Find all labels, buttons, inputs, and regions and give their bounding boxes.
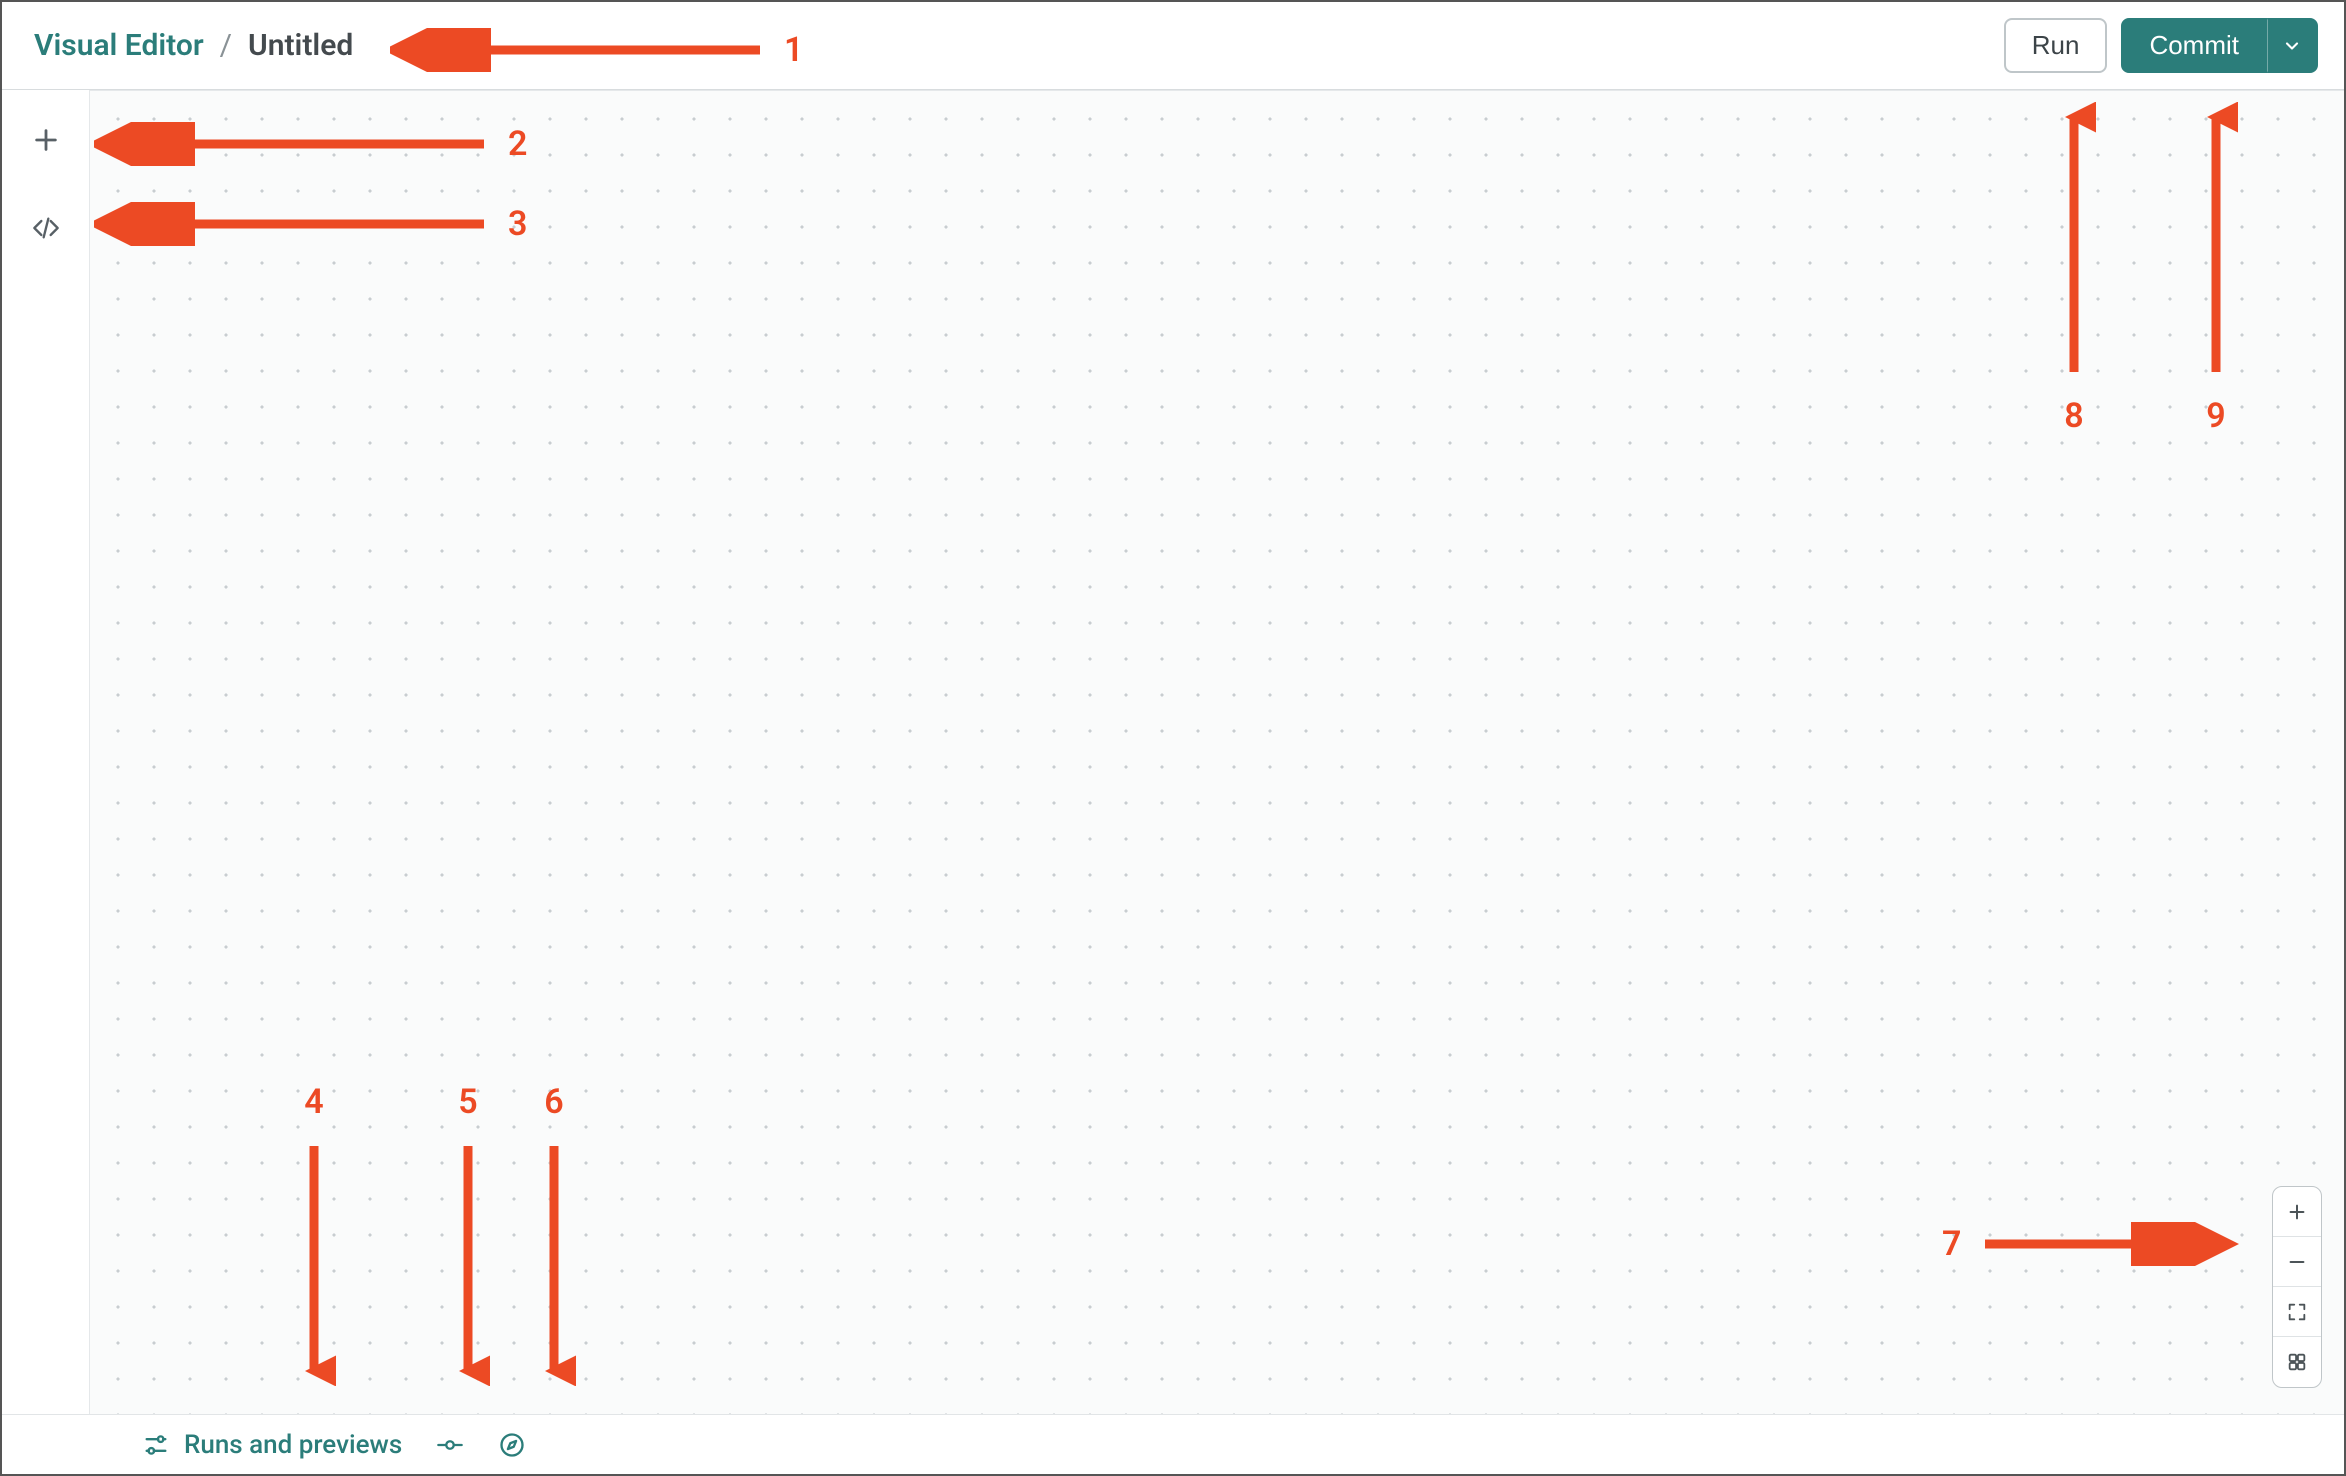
main-area <box>2 90 2344 1414</box>
code-view-button[interactable] <box>24 206 68 250</box>
left-rail <box>2 90 90 1414</box>
run-button[interactable]: Run <box>2004 18 2108 73</box>
canvas[interactable] <box>90 90 2344 1414</box>
plus-icon <box>2286 1201 2308 1223</box>
runs-and-previews-label: Runs and previews <box>184 1430 402 1460</box>
minus-icon <box>2286 1251 2308 1273</box>
fit-screen-button[interactable] <box>2273 1287 2321 1337</box>
add-node-button[interactable] <box>24 118 68 162</box>
zoom-controls <box>2272 1186 2322 1388</box>
chevron-down-icon <box>2282 36 2302 56</box>
breadcrumb-separator: / <box>220 28 232 63</box>
grid-icon <box>2286 1351 2308 1373</box>
git-commit-icon <box>436 1431 464 1459</box>
zoom-out-button[interactable] <box>2273 1237 2321 1287</box>
breadcrumb: Visual Editor / Untitled <box>34 28 353 63</box>
breadcrumb-root[interactable]: Visual Editor <box>34 28 204 63</box>
sliders-icon <box>142 1431 170 1459</box>
fullscreen-icon <box>2286 1301 2308 1323</box>
header-bar: Visual Editor / Untitled Run Commit <box>2 2 2344 90</box>
commit-button-group: Commit <box>2121 18 2318 73</box>
runs-and-previews-button[interactable]: Runs and previews <box>142 1430 402 1460</box>
header-actions: Run Commit <box>2004 18 2318 73</box>
zoom-in-button[interactable] <box>2273 1187 2321 1237</box>
breadcrumb-title[interactable]: Untitled <box>248 28 353 63</box>
code-icon <box>32 214 60 242</box>
explore-button[interactable] <box>498 1431 526 1459</box>
commit-button[interactable]: Commit <box>2121 18 2267 73</box>
compass-icon <box>498 1431 526 1459</box>
commit-history-button[interactable] <box>436 1431 464 1459</box>
plus-icon <box>32 126 60 154</box>
footer-bar: Runs and previews <box>2 1414 2344 1474</box>
commit-dropdown-button[interactable] <box>2267 18 2318 73</box>
grid-view-button[interactable] <box>2273 1337 2321 1387</box>
